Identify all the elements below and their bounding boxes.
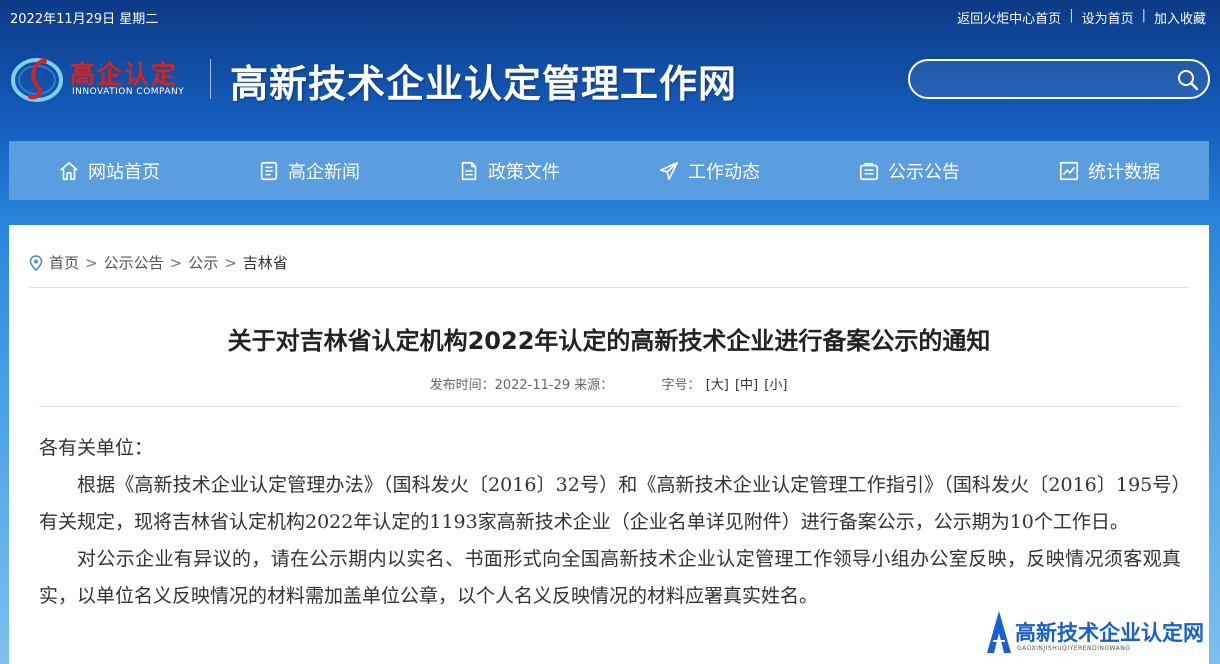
logo-divider	[210, 59, 211, 99]
font-size-medium[interactable]: [中]	[735, 378, 758, 393]
watermark: 高新技术企业认定网 GAOXINJISHUQIYERENDINGWANG	[985, 605, 1215, 659]
current-date: 2022年11月29日 星期二	[10, 12, 159, 27]
publish-info: 发布时间：2022-11-29 来源：	[429, 378, 614, 393]
article-title: 关于对吉林省认定机构2022年认定的高新技术企业进行备案公示的通知	[227, 327, 991, 355]
home-icon	[60, 161, 78, 180]
article-paragraph: 根据《高新技术企业认定管理办法》（国科发火〔2016〕32号）和《高新技术企业认…	[39, 474, 1181, 533]
divider	[39, 406, 1179, 407]
nav-label: 统计数据	[1088, 161, 1160, 183]
font-size-label: 字号：	[661, 378, 701, 393]
nav-item-announcements[interactable]: 公示公告	[809, 141, 1009, 200]
nav-item-work-updates[interactable]: 工作动态	[609, 141, 809, 200]
font-size-small[interactable]: [小]	[764, 378, 787, 393]
nav-label: 高企新闻	[288, 161, 360, 183]
paper-plane-icon	[659, 161, 679, 180]
top-links: 返回火炬中心首页 | 设为首页 | 加入收藏	[957, 8, 1206, 27]
breadcrumb-notice[interactable]: 公示	[188, 252, 218, 273]
nav-label: 网站首页	[88, 161, 160, 183]
search-icon[interactable]	[1176, 68, 1200, 92]
location-pin-icon	[29, 254, 43, 271]
breadcrumb-separator: >	[169, 253, 183, 272]
main-nav: 网站首页 高企新闻 政策文件 工作动态 公示公告 统计数据	[9, 141, 1209, 200]
article-paragraph: 对公示企业有异议的，请在公示期内以实名、书面形式向全国高新技术企业认定管理工作领…	[39, 548, 1181, 607]
return-torch-center-link[interactable]: 返回火炬中心首页	[957, 8, 1061, 27]
add-favorite-link[interactable]: 加入收藏	[1154, 8, 1206, 27]
link-separator: |	[1069, 8, 1074, 23]
salutation: 各有关单位：	[39, 437, 154, 459]
search-input[interactable]	[924, 69, 1164, 91]
breadcrumb-announcements[interactable]: 公示公告	[104, 252, 164, 273]
watermark-subtitle: GAOXINJISHUQIYERENDINGWANG	[1017, 645, 1131, 652]
nav-item-home[interactable]: 网站首页	[9, 141, 209, 200]
main-content: 首页 > 公示公告 > 公示 > 吉林省 关于对吉林省认定机构2022年认定的高…	[9, 225, 1209, 664]
watermark-logo-icon	[987, 611, 1011, 653]
watermark-title: 高新技术企业认定网	[1015, 621, 1204, 645]
nav-item-policy[interactable]: 政策文件	[409, 141, 609, 200]
set-homepage-link[interactable]: 设为首页	[1082, 8, 1134, 27]
article-meta: 发布时间：2022-11-29 来源： 字号： [大] [中] [小]	[9, 374, 1209, 393]
chart-icon	[1059, 161, 1079, 180]
site-title: 高新技术企业认定管理工作网	[230, 61, 738, 106]
article-body: 各有关单位： 根据《高新技术企业认定管理办法》（国科发火〔2016〕32号）和《…	[39, 430, 1181, 615]
breadcrumb-home[interactable]: 首页	[49, 252, 79, 273]
breadcrumb: 首页 > 公示公告 > 公示 > 吉林省	[29, 252, 288, 273]
breadcrumb-current: 吉林省	[242, 254, 288, 272]
nav-label: 公示公告	[888, 161, 960, 183]
nav-item-news[interactable]: 高企新闻	[209, 141, 409, 200]
bulletin-icon	[859, 162, 879, 180]
nav-item-statistics[interactable]: 统计数据	[1009, 141, 1209, 200]
link-separator: |	[1141, 8, 1146, 23]
top-bar: 2022年11月29日 星期二 返回火炬中心首页 | 设为首页 | 加入收藏	[0, 0, 1220, 33]
site-header: 高企认定 INNOVATION COMPANY 高新技术企业认定管理工作网	[0, 33, 1220, 138]
font-size-large[interactable]: [大]	[706, 378, 729, 393]
news-icon	[260, 161, 278, 180]
logo-emblem-icon[interactable]	[10, 51, 65, 106]
logo-name: 高企认定	[70, 60, 179, 89]
document-icon	[461, 161, 477, 180]
breadcrumb-separator: >	[85, 253, 98, 272]
divider	[29, 287, 1189, 288]
breadcrumb-separator: >	[224, 253, 237, 272]
nav-label: 工作动态	[688, 161, 760, 183]
search-box	[908, 59, 1210, 99]
nav-label: 政策文件	[488, 161, 560, 183]
logo-subtitle: INNOVATION COMPANY	[72, 87, 185, 97]
